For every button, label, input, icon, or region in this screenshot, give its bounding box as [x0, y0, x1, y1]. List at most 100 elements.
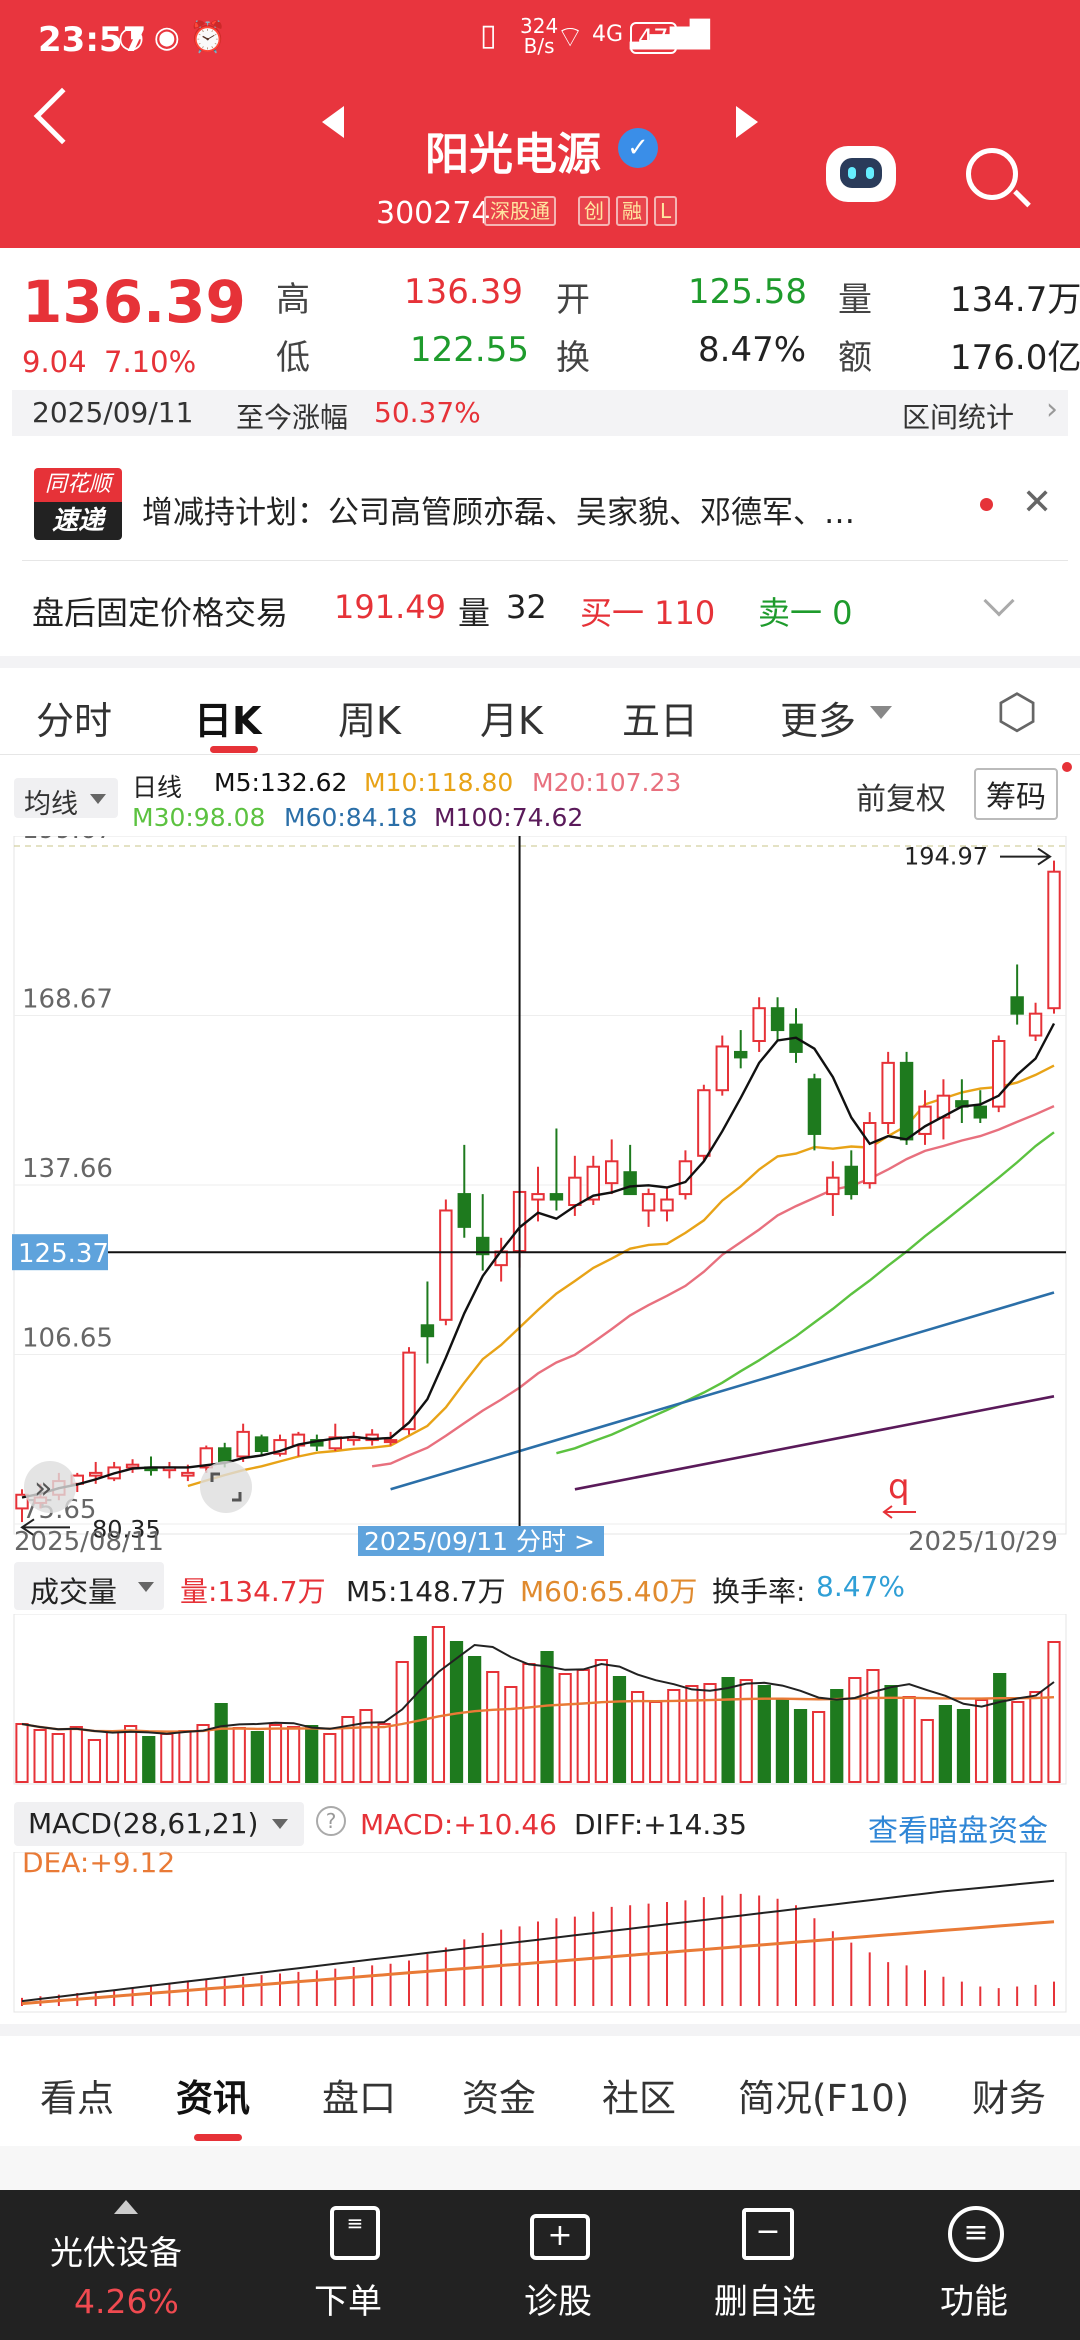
candle-body — [734, 1050, 748, 1059]
x-cross-label: 2025/09/11 分时 > — [364, 1527, 595, 1556]
candle-body — [826, 1176, 840, 1196]
volume-selector[interactable]: 成交量 — [14, 1562, 164, 1610]
close-icon[interactable]: ✕ — [1022, 482, 1052, 523]
interval-bar[interactable]: 2025/09/11 至今涨幅 50.37% 区间统计 › — [12, 390, 1068, 436]
tab-news[interactable]: 资讯 — [176, 2068, 250, 2122]
volume-bar — [504, 1686, 518, 1783]
y-tick-label: 168.67 — [22, 984, 113, 1014]
stock-tags: 深股通创融 L — [478, 196, 678, 226]
news-text[interactable]: 增减持计划：公司高管顾亦磊、吴家貌、邓德军、… — [142, 487, 855, 532]
help-icon[interactable]: ? — [316, 1806, 346, 1836]
candle-body — [420, 1324, 435, 1338]
q-marker: q — [888, 1467, 910, 1507]
nav-remove-watchlist[interactable]: 删自选 — [714, 2274, 816, 2323]
high-label: 高 — [276, 280, 310, 320]
candle-body — [605, 1160, 619, 1185]
volume-bar — [703, 1683, 717, 1783]
volume-bar — [757, 1685, 771, 1783]
prev-stock-icon[interactable] — [322, 106, 344, 138]
tab-order-book[interactable]: 盘口 — [322, 2068, 396, 2122]
candle-body — [752, 1007, 766, 1043]
high-value: 136.39 — [404, 272, 523, 312]
tab-community[interactable]: 社区 — [602, 2068, 676, 2122]
amount-value: 176.0亿 — [950, 338, 1080, 378]
volume-bar — [866, 1669, 880, 1783]
after-hours-sell: 卖一 0 — [758, 594, 853, 632]
tab-finance[interactable]: 财务 — [972, 2068, 1046, 2122]
after-hours-buy: 买一 110 — [580, 594, 716, 632]
tab-highlights[interactable]: 看点 — [40, 2068, 114, 2122]
macd-value: MACD:+10.46 — [360, 1808, 557, 1841]
ma-selector-label: 均线 — [24, 789, 78, 820]
tab-daily-k[interactable]: 日K — [194, 690, 261, 745]
volume-bar — [359, 1709, 373, 1783]
chevron-down-icon[interactable] — [983, 585, 1015, 617]
settings-hex-icon[interactable]: ⬡ — [996, 684, 1038, 740]
remove-watchlist-icon: − — [742, 2208, 794, 2260]
search-icon[interactable] — [966, 148, 1018, 200]
tab-monthly-k[interactable]: 月K — [480, 690, 543, 745]
stock-code: 300274 — [376, 196, 491, 231]
tab-active-underline — [210, 746, 258, 753]
tab-intraday[interactable]: 分时 — [36, 690, 112, 745]
volume-bar — [1047, 1641, 1061, 1783]
candle-body — [181, 1471, 195, 1477]
sector-name[interactable]: 光伏设备 — [50, 2226, 182, 2274]
volume-bar — [793, 1709, 808, 1783]
adjust-toggle[interactable]: 前复权 — [856, 774, 946, 818]
tab-f10[interactable]: 简况(F10) — [738, 2068, 909, 2122]
candle-body — [863, 1122, 877, 1185]
candle-body — [1047, 870, 1061, 1010]
nav-order[interactable]: 下单 — [314, 2274, 382, 2323]
kline-chart[interactable]: 199.67168.67137.66106.6575.65125.37194.9… — [0, 836, 1080, 1556]
after-hours-vol-label: 量 — [458, 594, 491, 632]
unread-dot — [980, 498, 993, 511]
tab-five-day[interactable]: 五日 — [622, 690, 698, 745]
interval-stats-link[interactable]: 区间统计 — [902, 396, 1014, 436]
tab-weekly-k[interactable]: 周K — [338, 690, 401, 745]
volume-bar — [649, 1701, 663, 1783]
volume-bar — [268, 1724, 283, 1783]
back-icon[interactable] — [33, 87, 91, 145]
low-label: 低 — [276, 338, 310, 378]
volume-label: 量 — [838, 280, 872, 320]
expand-up-icon[interactable] — [114, 2200, 138, 2214]
price-change: 9.04 — [22, 345, 87, 379]
robot-assistant-icon[interactable] — [826, 146, 896, 202]
chips-button[interactable]: 筹码 — [974, 768, 1058, 820]
macd-selector[interactable]: MACD(28,61,21) — [14, 1802, 304, 1846]
y-tick-label: 199.67 — [22, 836, 113, 845]
sector-pct: 4.26% — [74, 2282, 179, 2321]
macd-chart[interactable] — [0, 1852, 1080, 2016]
turnover-label: 换 — [556, 338, 590, 378]
turnover-value: 8.47% — [698, 330, 807, 370]
dark-pool-link[interactable]: 查看暗盘资金 — [868, 1806, 1048, 1850]
volume-bar — [51, 1733, 65, 1783]
candle-body — [568, 1176, 582, 1207]
volume-value-label: 量:134.7万 — [180, 1575, 326, 1608]
tab-capital[interactable]: 资金 — [462, 2068, 536, 2122]
double-chevron-icon: » — [34, 1471, 52, 1506]
volume-bar — [377, 1723, 391, 1783]
nav-functions[interactable]: 功能 — [940, 2274, 1008, 2323]
x-end-label: 2025/10/29 — [908, 1527, 1058, 1556]
volume-bar — [214, 1703, 228, 1783]
after-hours-vol: 32 — [506, 588, 547, 626]
volume-chart[interactable] — [0, 1614, 1080, 1790]
low-value: 122.55 — [410, 330, 529, 370]
candle-body — [899, 1061, 914, 1141]
next-stock-icon[interactable] — [736, 106, 758, 138]
volume-bar — [558, 1673, 572, 1783]
tag-l: L — [654, 196, 678, 226]
nav-diagnose[interactable]: 诊股 — [524, 2274, 592, 2323]
volume-bar — [305, 1725, 319, 1783]
battery-icon: 47 — [630, 22, 677, 54]
tab-more[interactable]: 更多 — [780, 690, 856, 745]
search-icon-handle — [1013, 189, 1031, 208]
ma-selector[interactable]: 均线 — [14, 778, 118, 820]
ma100-label: M100:74.62 — [434, 803, 584, 832]
candle-body — [1010, 996, 1024, 1015]
wifi-icon: ⌔ — [556, 20, 585, 55]
vibrate-icon: ▯ — [480, 18, 497, 53]
macd-selector-label: MACD(28,61,21) — [28, 1807, 259, 1840]
